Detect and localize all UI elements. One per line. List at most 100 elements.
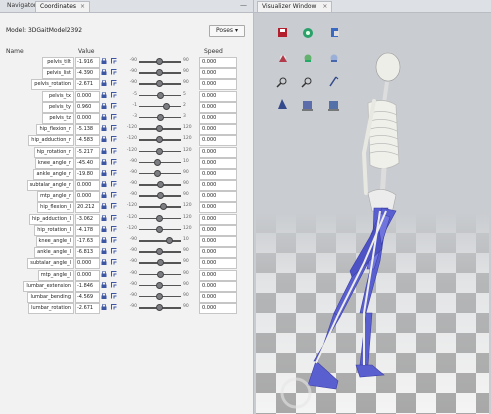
coordinate-value-field[interactable]: 0.000	[75, 258, 100, 270]
clamp-icon[interactable]	[111, 136, 117, 142]
coordinate-slider[interactable]	[139, 192, 181, 200]
speed-field[interactable]: 0.000	[199, 112, 237, 124]
slider-knob[interactable]	[155, 136, 163, 144]
coordinate-value-field[interactable]: -17.63	[75, 236, 100, 247]
coordinate-value-field[interactable]: 20.212	[75, 202, 100, 214]
coordinate-slider[interactable]	[139, 102, 181, 110]
lock-icon[interactable]	[101, 113, 107, 120]
clamp-icon[interactable]	[111, 169, 117, 176]
clamp-icon[interactable]	[111, 102, 117, 109]
coordinate-slider[interactable]	[139, 113, 181, 121]
lock-icon[interactable]	[101, 237, 107, 243]
lock-icon[interactable]	[101, 91, 107, 98]
lock-icon[interactable]	[101, 248, 107, 255]
slider-knob[interactable]	[156, 91, 164, 99]
coordinate-slider[interactable]	[139, 237, 181, 244]
speed-field[interactable]: 0.000	[199, 258, 237, 270]
clamp-icon[interactable]	[111, 237, 117, 243]
lock-icon[interactable]	[101, 225, 107, 232]
lock-icon[interactable]	[101, 125, 107, 132]
speed-field[interactable]: 0.000	[199, 68, 237, 80]
slider-knob[interactable]	[154, 169, 162, 177]
slider-knob[interactable]	[166, 237, 174, 244]
slider-knob[interactable]	[156, 113, 164, 121]
lock-icon[interactable]	[101, 136, 107, 143]
coordinate-slider[interactable]	[139, 225, 181, 233]
coordinate-slider[interactable]	[139, 80, 181, 88]
lock-icon[interactable]	[101, 69, 107, 76]
coordinate-value-field[interactable]: -2.671	[75, 303, 100, 315]
clamp-icon[interactable]	[111, 125, 117, 131]
speed-field[interactable]: 0.000	[199, 157, 237, 169]
slider-knob[interactable]	[156, 304, 164, 312]
slider-knob[interactable]	[156, 58, 164, 65]
clamp-icon[interactable]	[111, 214, 117, 221]
clamp-icon[interactable]	[111, 91, 117, 98]
clamp-icon[interactable]	[111, 58, 117, 64]
minimize-button[interactable]: —	[240, 1, 247, 9]
coordinate-value-field[interactable]: 0.000	[75, 191, 100, 203]
coordinate-slider[interactable]	[139, 292, 181, 300]
coordinate-value-field[interactable]: 0.000	[75, 112, 100, 124]
axes-icon[interactable]	[302, 101, 313, 111]
slider-knob[interactable]	[162, 102, 170, 110]
speed-field[interactable]: 0.000	[199, 90, 237, 102]
coordinate-value-field[interactable]: -5.217	[75, 146, 100, 158]
save-image-icon[interactable]	[278, 28, 287, 37]
coordinate-slider[interactable]	[139, 91, 181, 99]
speed-field[interactable]: 0.000	[199, 168, 237, 180]
top-view-icon[interactable]	[330, 54, 338, 63]
speed-field[interactable]: 0.000	[199, 303, 237, 315]
slider-knob[interactable]	[154, 158, 162, 166]
clamp-icon[interactable]	[111, 270, 117, 277]
clamp-icon[interactable]	[111, 304, 117, 310]
coordinate-slider[interactable]	[139, 304, 181, 312]
lock-icon[interactable]	[101, 147, 107, 154]
coordinate-value-field[interactable]: -4.178	[75, 224, 100, 236]
speed-field[interactable]: 0.000	[199, 57, 237, 68]
coordinate-value-field[interactable]: -4.569	[75, 291, 100, 303]
record-movie-icon[interactable]	[303, 28, 313, 38]
tab-visualizer[interactable]: Visualizer Window ×	[257, 1, 333, 12]
poses-button[interactable]: Poses ▾	[209, 25, 245, 37]
lock-icon[interactable]	[101, 181, 107, 188]
settings-icon[interactable]	[328, 101, 339, 111]
coordinate-value-field[interactable]: -6.813	[75, 247, 100, 259]
clamp-icon[interactable]	[111, 113, 117, 120]
slider-knob[interactable]	[155, 69, 163, 77]
coordinate-slider[interactable]	[139, 69, 181, 77]
speed-field[interactable]: 0.000	[199, 291, 237, 303]
coordinate-value-field[interactable]: 0.000	[75, 269, 100, 281]
speed-field[interactable]: 0.000	[199, 247, 237, 259]
coordinate-slider[interactable]	[139, 203, 181, 211]
slider-knob[interactable]	[156, 214, 164, 222]
coordinate-slider[interactable]	[139, 58, 181, 65]
coordinate-value-field[interactable]: -1.846	[75, 280, 100, 292]
coordinate-value-field[interactable]: -2.671	[75, 79, 100, 91]
coordinate-value-field[interactable]: -3.062	[75, 213, 100, 225]
clamp-icon[interactable]	[111, 158, 117, 165]
coordinate-slider[interactable]	[139, 181, 181, 189]
tab-coordinates[interactable]: Coordinates ×	[35, 1, 91, 12]
speed-field[interactable]: 0.000	[199, 280, 237, 292]
speed-field[interactable]: 0.000	[199, 224, 237, 236]
speed-field[interactable]: 0.000	[199, 101, 237, 113]
lock-icon[interactable]	[101, 259, 107, 266]
coordinate-slider[interactable]	[139, 248, 181, 256]
lock-icon[interactable]	[101, 169, 107, 176]
speed-field[interactable]: 0.000	[199, 191, 237, 203]
speed-field[interactable]: 0.000	[199, 180, 237, 192]
lock-icon[interactable]	[101, 58, 107, 64]
coordinate-value-field[interactable]: -45.40	[75, 157, 100, 169]
slider-knob[interactable]	[155, 125, 163, 133]
coordinate-slider[interactable]	[139, 281, 181, 289]
slider-knob[interactable]	[156, 270, 164, 278]
lock-icon[interactable]	[101, 158, 107, 165]
coordinate-value-field[interactable]: 0.960	[75, 101, 100, 113]
lock-icon[interactable]	[101, 102, 107, 109]
coordinate-value-field[interactable]: 0.000	[75, 90, 100, 102]
clamp-icon[interactable]	[111, 259, 117, 265]
lock-icon[interactable]	[101, 304, 107, 311]
lock-icon[interactable]	[101, 292, 107, 299]
coordinate-slider[interactable]	[139, 259, 181, 267]
